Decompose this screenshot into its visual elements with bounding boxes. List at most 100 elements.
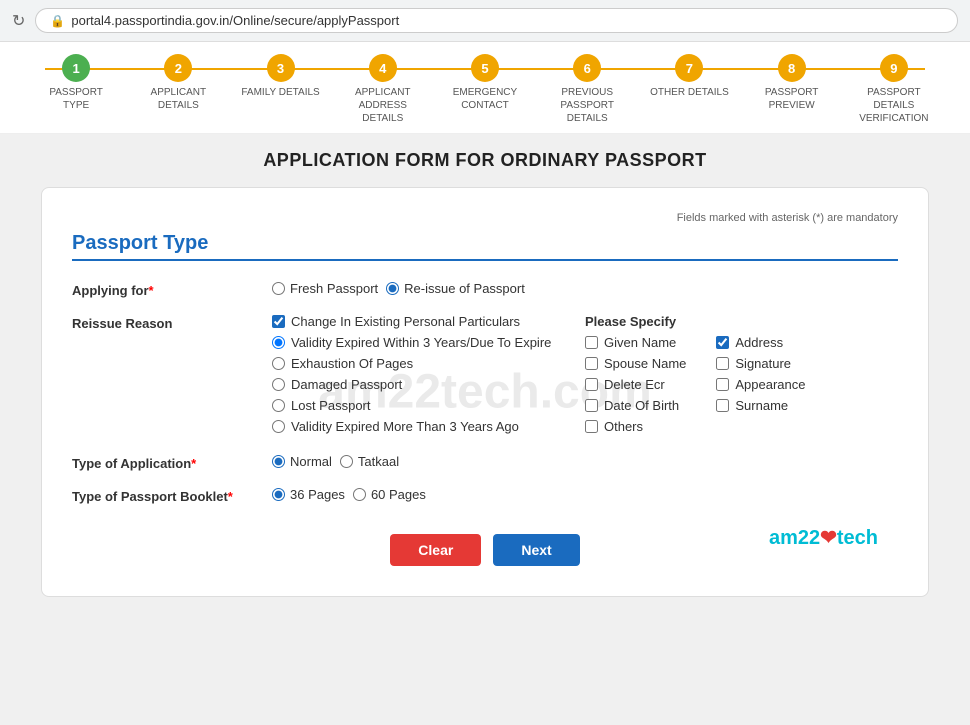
step-label-3: FAMILY DETAILS [241, 86, 319, 99]
reason-validity-3yr-radio[interactable] [272, 336, 285, 349]
step-8[interactable]: 8PASSPORT PREVIEW [741, 54, 843, 112]
reason-validity-3yr[interactable]: Validity Expired Within 3 Years/Due To E… [272, 335, 585, 350]
specify-col1: Given Name Spouse Name Delete Ecr [585, 335, 686, 440]
specify-appearance-label: Appearance [735, 377, 805, 392]
specify-surname-checkbox[interactable] [716, 399, 729, 412]
specify-spouse-name[interactable]: Spouse Name [585, 356, 686, 371]
step-circle-8: 8 [778, 54, 806, 82]
please-specify-label: Please Specify [585, 314, 898, 329]
specify-delete-ecr-checkbox[interactable] [585, 378, 598, 391]
specify-signature-label: Signature [735, 356, 791, 371]
stepper: 1 PASSPORT TYPE 2APPLICANT DETAILS3FAMILY … [25, 54, 945, 125]
specify-date-of-birth[interactable]: Date Of Birth [585, 398, 686, 413]
36pages-option[interactable]: 36 Pages [272, 487, 345, 502]
step-3[interactable]: 3FAMILY DETAILS [229, 54, 331, 99]
url-bar[interactable]: 🔒 portal4.passportindia.gov.in/Online/se… [35, 8, 958, 33]
specify-signature-checkbox[interactable] [716, 357, 729, 370]
required-star3: * [228, 489, 233, 504]
reason-damaged[interactable]: Damaged Passport [272, 377, 585, 392]
reason-validity-3yr-label: Validity Expired Within 3 Years/Due To E… [291, 335, 551, 350]
required-star: * [149, 283, 154, 298]
section-divider [72, 259, 898, 261]
reason-validity-3yr-ago-label: Validity Expired More Than 3 Years Ago [291, 419, 519, 434]
fresh-passport-option[interactable]: Fresh Passport [272, 281, 378, 296]
step-1[interactable]: 1 PASSPORT TYPE [25, 54, 127, 112]
main-content: APPLICATION FORM FOR ORDINARY PASSPORT a… [25, 134, 945, 613]
reason-exhaustion[interactable]: Exhaustion Of Pages [272, 356, 585, 371]
specify-given-name-label: Given Name [604, 335, 676, 350]
specify-address-label: Address [735, 335, 783, 350]
specify-delete-ecr[interactable]: Delete Ecr [585, 377, 686, 392]
reason-lost-label: Lost Passport [291, 398, 371, 413]
specify-appearance[interactable]: Appearance [716, 377, 805, 392]
fresh-passport-radio[interactable] [272, 282, 285, 295]
tatkaal-label: Tatkaal [358, 454, 399, 469]
step-label-9: PASSPORT DETAILS VERIFICATION [854, 86, 934, 125]
reissue-passport-option[interactable]: Re-issue of Passport [386, 281, 525, 296]
step-label-1: PASSPORT TYPE [36, 86, 116, 112]
reason-change-particulars[interactable]: Change In Existing Personal Particulars [272, 314, 585, 329]
tatkaal-option[interactable]: Tatkaal [340, 454, 399, 469]
reason-damaged-radio[interactable] [272, 378, 285, 391]
specify-spouse-name-checkbox[interactable] [585, 357, 598, 370]
normal-label: Normal [290, 454, 332, 469]
step-circle-1: 1 [62, 54, 90, 82]
36pages-label: 36 Pages [290, 487, 345, 502]
section-title: Passport Type [72, 232, 898, 255]
reissue-reasons-col: Change In Existing Personal Particulars … [272, 314, 585, 440]
normal-option[interactable]: Normal [272, 454, 332, 469]
reason-exhaustion-radio[interactable] [272, 357, 285, 370]
specify-grid: Given Name Spouse Name Delete Ecr [585, 335, 898, 440]
passport-booklet-label: Type of Passport Booklet* [72, 487, 272, 504]
reload-icon[interactable]: ↻ [12, 11, 25, 31]
mandatory-note: Fields marked with asterisk (*) are mand… [72, 212, 898, 224]
reason-exhaustion-label: Exhaustion Of Pages [291, 356, 413, 371]
specify-signature[interactable]: Signature [716, 356, 805, 371]
reason-lost-radio[interactable] [272, 399, 285, 412]
60pages-label: 60 Pages [371, 487, 426, 502]
60pages-radio[interactable] [353, 488, 366, 501]
step-label-5: EMERGENCY CONTACT [445, 86, 525, 112]
step-5[interactable]: 5EMERGENCY CONTACT [434, 54, 536, 112]
36pages-radio[interactable] [272, 488, 285, 501]
fresh-passport-label: Fresh Passport [290, 281, 378, 296]
step-circle-7: 7 [675, 54, 703, 82]
applying-for-row: Applying for* Fresh Passport Re-issue of… [72, 281, 898, 298]
required-star2: * [191, 456, 196, 471]
specify-dob-label: Date Of Birth [604, 398, 679, 413]
reason-validity-3yr-ago[interactable]: Validity Expired More Than 3 Years Ago [272, 419, 585, 434]
reissue-passport-radio[interactable] [386, 282, 399, 295]
two-col-layout: Change In Existing Personal Particulars … [272, 314, 898, 440]
step-7[interactable]: 7OTHER DETAILS [638, 54, 740, 99]
application-type-options: Normal Tatkaal [272, 454, 898, 469]
url-text: portal4.passportindia.gov.in/Online/secu… [71, 13, 399, 28]
specify-others-checkbox[interactable] [585, 420, 598, 433]
heart-icon: ❤ [820, 527, 837, 549]
clear-button[interactable]: Clear [390, 534, 481, 566]
specify-given-name[interactable]: Given Name [585, 335, 686, 350]
step-2[interactable]: 2APPLICANT DETAILS [127, 54, 229, 112]
reason-validity-3yr-ago-radio[interactable] [272, 420, 285, 433]
reissue-section: Reissue Reason Change In Existing Person… [72, 314, 898, 440]
specify-address[interactable]: Address [716, 335, 805, 350]
60pages-option[interactable]: 60 Pages [353, 487, 426, 502]
specify-surname[interactable]: Surname [716, 398, 805, 413]
specify-appearance-checkbox[interactable] [716, 378, 729, 391]
step-label-6: PREVIOUS PASSPORT DETAILS [547, 86, 627, 125]
reissue-passport-label: Re-issue of Passport [404, 281, 525, 296]
specify-dob-checkbox[interactable] [585, 399, 598, 412]
step-9[interactable]: 9PASSPORT DETAILS VERIFICATION [843, 54, 945, 125]
step-circle-4: 4 [369, 54, 397, 82]
page-title: APPLICATION FORM FOR ORDINARY PASSPORT [41, 150, 929, 171]
step-6[interactable]: 6PREVIOUS PASSPORT DETAILS [536, 54, 638, 125]
specify-address-checkbox[interactable] [716, 336, 729, 349]
reason-lost[interactable]: Lost Passport [272, 398, 585, 413]
next-button[interactable]: Next [493, 534, 579, 566]
step-4[interactable]: 4APPLICANT ADDRESS DETAILS [332, 54, 434, 125]
normal-radio[interactable] [272, 455, 285, 468]
reason-change-checkbox[interactable] [272, 315, 285, 328]
specify-others-label: Others [604, 419, 643, 434]
specify-given-name-checkbox[interactable] [585, 336, 598, 349]
tatkaal-radio[interactable] [340, 455, 353, 468]
specify-others[interactable]: Others [585, 419, 686, 434]
